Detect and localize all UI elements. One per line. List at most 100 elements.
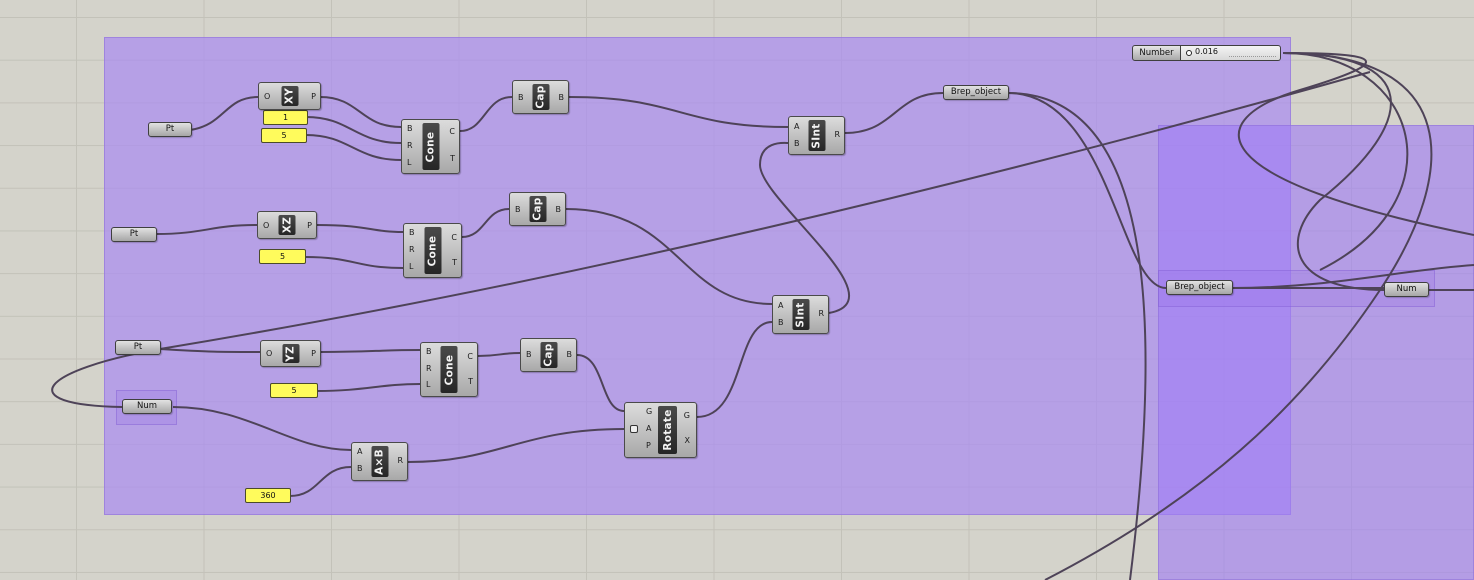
input-pin[interactable]: A — [794, 122, 799, 132]
grasshopper-canvas[interactable]: Number 0.016 Pt Pt Pt Num Num Brep_objec… — [0, 0, 1474, 580]
length-panel-2[interactable]: 5 — [259, 249, 306, 264]
output-pin[interactable]: G — [684, 411, 690, 421]
component-core: XY — [281, 86, 298, 106]
param-label: Num — [1396, 284, 1417, 294]
slider-ticks — [1229, 53, 1276, 57]
rotate-component[interactable]: G A P Rotate G X — [624, 402, 697, 458]
output-pin[interactable]: C — [467, 352, 473, 362]
component-name: XZ — [281, 216, 293, 234]
component-name: Cap — [542, 343, 555, 367]
output-pin[interactable]: P — [311, 349, 316, 359]
solid-intersection-component-2[interactable]: A B SInt R — [772, 295, 829, 334]
input-pin[interactable]: P — [646, 441, 651, 451]
component-name: SInt — [810, 122, 823, 149]
brep-param-2[interactable]: Brep_object — [1166, 280, 1233, 295]
component-name: Cap — [531, 197, 544, 221]
output-pin[interactable]: B — [567, 350, 573, 360]
input-pin[interactable]: L — [426, 380, 430, 390]
input-pin[interactable]: G — [646, 407, 652, 417]
param-label: Pt — [133, 342, 143, 352]
output-pin[interactable]: B — [556, 205, 562, 215]
output-pin[interactable]: T — [452, 258, 457, 268]
component-name: YZ — [284, 345, 297, 362]
pt-param-3[interactable]: Pt — [115, 340, 161, 355]
cap-component-3[interactable]: B Cap B — [520, 338, 577, 372]
input-pin[interactable]: B — [426, 347, 432, 357]
solid-intersection-component-1[interactable]: A B SInt R — [788, 116, 845, 155]
panel-value: 1 — [282, 113, 289, 122]
cone-component-3[interactable]: B R L Cone C T — [420, 342, 478, 397]
component-core: YZ — [282, 344, 299, 363]
output-pin[interactable]: B — [559, 93, 565, 103]
component-core: Cone — [424, 227, 441, 274]
input-pin[interactable]: R — [426, 364, 432, 374]
input-pin[interactable]: A — [357, 447, 362, 457]
input-pin[interactable]: B — [409, 228, 415, 238]
component-core: XZ — [278, 215, 296, 235]
component-core: Cone — [422, 123, 439, 170]
output-pin[interactable]: C — [449, 127, 455, 137]
input-pin[interactable]: B — [357, 464, 363, 474]
input-pin[interactable]: B — [778, 318, 784, 328]
pt-param-1[interactable]: Pt — [148, 122, 192, 137]
input-pin[interactable]: R — [407, 141, 413, 151]
angle-panel[interactable]: 360 — [245, 488, 291, 503]
input-pin[interactable]: B — [515, 205, 521, 215]
panel-value: 5 — [291, 386, 297, 395]
slider-label: Number — [1132, 45, 1181, 61]
input-pin[interactable]: O — [264, 92, 270, 102]
input-pin[interactable]: B — [518, 93, 524, 103]
input-pin[interactable]: O — [266, 349, 272, 359]
xy-plane-component[interactable]: O XY P — [258, 82, 321, 110]
component-core: SInt — [808, 120, 825, 151]
component-core: Cone — [440, 346, 458, 393]
output-pin[interactable]: P — [311, 92, 316, 102]
slider-value: 0.016 — [1195, 47, 1218, 56]
output-pin[interactable]: C — [451, 233, 457, 243]
param-label: Pt — [165, 124, 175, 134]
component-name: Rotate — [661, 409, 674, 451]
output-pin[interactable]: T — [468, 377, 473, 387]
cap-component-1[interactable]: B Cap B — [512, 80, 569, 114]
input-pin[interactable]: L — [409, 262, 413, 272]
output-pin[interactable]: T — [450, 154, 455, 164]
output-pin[interactable]: X — [685, 436, 690, 446]
length-panel-3[interactable]: 5 — [270, 383, 318, 398]
yz-plane-component[interactable]: O YZ P — [260, 340, 321, 367]
component-core: Cap — [540, 342, 557, 368]
cone-component-1[interactable]: B R L Cone C T — [401, 119, 460, 174]
cone-component-2[interactable]: B R L Cone C T — [403, 223, 462, 278]
secondary-group[interactable] — [1158, 125, 1474, 580]
slider-track[interactable]: 0.016 — [1181, 45, 1281, 61]
cap-component-2[interactable]: B Cap B — [509, 192, 566, 226]
component-core: Rotate — [658, 406, 677, 454]
panel-value: 5 — [279, 252, 286, 261]
pt-param-2[interactable]: Pt — [111, 227, 157, 242]
panel-value: 5 — [281, 131, 287, 140]
input-pin[interactable]: R — [409, 245, 415, 255]
component-name: Cone — [443, 354, 455, 385]
input-pin[interactable]: B — [794, 139, 800, 149]
length-panel-1[interactable]: 5 — [261, 128, 307, 143]
angle-degrees-icon — [630, 425, 638, 433]
input-pin[interactable]: L — [407, 158, 411, 168]
radius-panel[interactable]: 1 — [263, 110, 308, 125]
num-param-2[interactable]: Num — [1384, 282, 1429, 297]
input-pin[interactable]: B — [526, 350, 532, 360]
brep-param-1[interactable]: Brep_object — [943, 85, 1009, 100]
output-pin[interactable]: R — [818, 309, 824, 319]
input-pin[interactable]: B — [407, 124, 413, 134]
param-label: Brep_object — [1174, 282, 1225, 292]
multiplication-component[interactable]: A B A×B R — [351, 442, 408, 481]
slider-knob-icon[interactable] — [1186, 50, 1192, 56]
output-pin[interactable]: R — [834, 130, 840, 140]
input-pin[interactable]: A — [778, 301, 783, 311]
number-slider[interactable]: Number 0.016 — [1132, 45, 1282, 61]
component-core: A×B — [371, 446, 388, 477]
input-pin[interactable]: O — [263, 221, 269, 231]
input-pin[interactable]: A — [646, 424, 651, 434]
output-pin[interactable]: R — [397, 456, 403, 466]
xz-plane-component[interactable]: O XZ P — [257, 211, 317, 239]
num-param-1[interactable]: Num — [122, 399, 172, 414]
output-pin[interactable]: P — [307, 221, 312, 231]
